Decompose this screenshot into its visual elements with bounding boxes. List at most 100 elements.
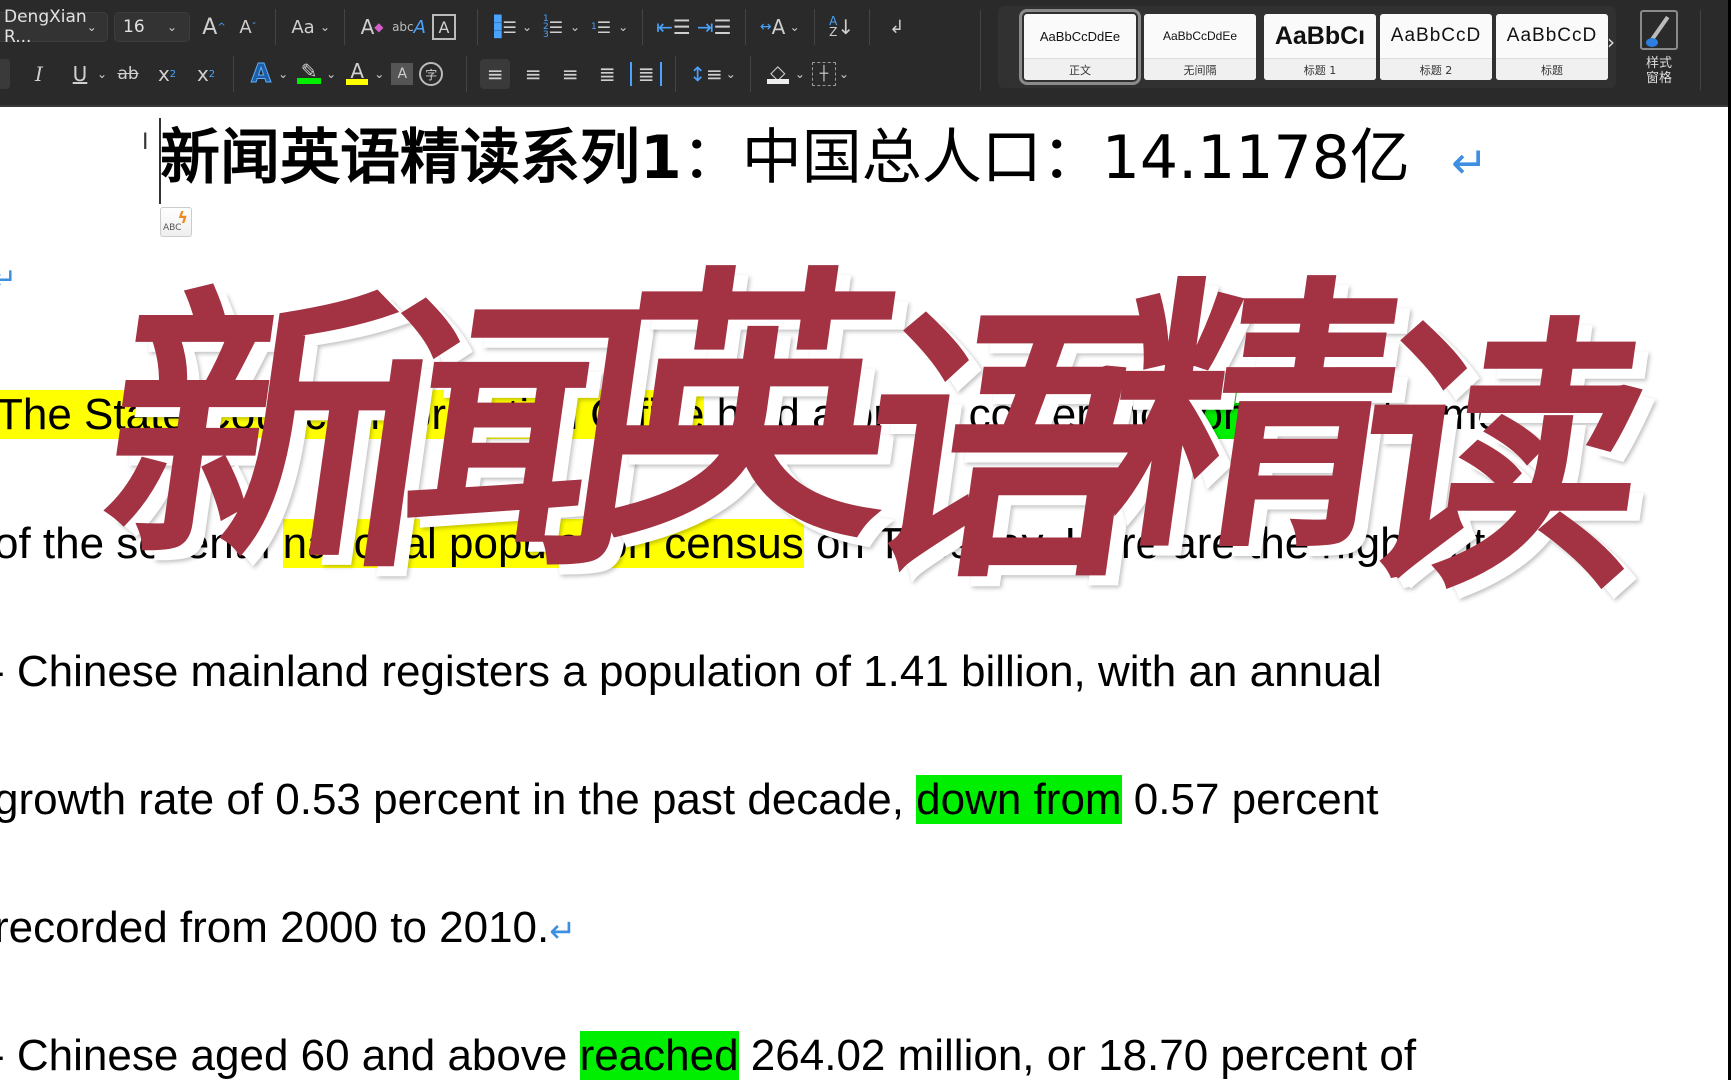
style-label: 标题 2 [1380,58,1492,80]
separator [868,9,870,45]
enclose-characters-icon[interactable]: 字 [419,62,444,86]
separator [744,9,746,45]
chevron-down-icon[interactable]: ⌄ [320,20,330,34]
superscript-icon[interactable]: x2 [192,59,220,89]
shading-icon[interactable]: ◇ [764,59,792,89]
shrink-font-icon[interactable]: Aˇ [234,12,262,42]
style-title[interactable]: AaBbCcD 标题 [1496,14,1608,80]
style-normal[interactable]: AaBbCcDdEe 正文 [1019,9,1141,85]
align-right-icon[interactable]: ≡ [556,59,584,89]
change-case-icon[interactable]: Aa [289,12,317,42]
styles-pane-label: 样式 窗格 [1632,56,1686,86]
text-line[interactable]: of the seventh national population censu… [0,512,1546,579]
sort-icon[interactable]: A Z ↓ [828,12,856,42]
font-name-dropdown[interactable]: DengXian R... ⌄ [0,7,108,47]
text-run: - Chinese mainland registers a populatio… [0,647,1382,696]
justify-icon[interactable]: ≣ [593,59,621,89]
character-border-icon[interactable]: A [431,14,456,40]
ribbon-toolbar: DengXian R... ⌄ 16 ⌄ A ^ Aˇ Aa ⌄ A ◆ abc A … [0,0,1731,107]
bold-button[interactable] [0,59,10,89]
chevron-down-icon[interactable]: ⌄ [726,67,736,81]
separator [980,10,981,90]
styles-pane-button[interactable]: 样式 窗格 [1632,8,1686,98]
style-heading-1[interactable]: AaBbCı 标题 1 [1264,14,1376,80]
paragraph-mark-icon: ↵ [1450,138,1488,189]
italic-icon[interactable]: I [25,59,53,89]
i-beam-cursor-icon: I [142,130,149,155]
text-run: held a press conference [704,390,1199,439]
distributed-icon[interactable]: ≣ [630,62,663,86]
highlighted-text-yellow: The State Council Information Office [0,390,705,439]
chevron-down-icon[interactable]: ⌄ [522,20,532,34]
text-line[interactable]: - Chinese mainland registers a populatio… [0,640,1382,704]
highlighted-text-green: down from [916,775,1122,824]
align-left-icon[interactable]: ≡ [480,59,511,89]
text-line[interactable]: recorded from 2000 to 2010.↵ [0,896,576,963]
title-bold-part: 新闻英语精读系列1 [160,123,682,193]
text-line[interactable]: - Chinese aged 60 and above reached 264.… [0,1024,1416,1088]
chevron-down-icon[interactable]: ⌄ [326,67,336,81]
more-styles-arrow[interactable]: › [1607,30,1615,54]
chinese-layout-icon[interactable]: ↔ A [759,12,787,42]
strikethrough-icon[interactable]: ab [114,59,142,89]
numbering-icon[interactable]: 1 2 3 ☰ [539,12,567,42]
style-heading-2[interactable]: AaBbCcD 标题 2 [1380,14,1492,80]
document-title[interactable]: 新闻英语精读系列1：中国总人口：14.1178亿 ↵ [160,118,1488,204]
separator [466,56,468,92]
borders-icon[interactable]: ┼ [811,62,836,86]
style-sample: AaBbCcD [1390,25,1482,46]
style-sample: AaBbCı [1274,21,1366,50]
decrease-indent-icon[interactable]: ⇤ ☰ [656,12,691,42]
highlight-color-icon[interactable]: ✎ [295,59,323,89]
chevron-down-icon[interactable]: ⌄ [374,67,384,81]
underline-icon[interactable]: U [66,59,94,89]
subscript-icon[interactable]: x2 [153,59,181,89]
style-label: 标题 1 [1264,58,1376,80]
character-shading-icon[interactable]: A [391,63,414,85]
style-label: 标题 [1496,58,1608,80]
bullets-icon[interactable]: ■ ■ ■ ☰ [491,12,519,42]
separator [813,9,815,45]
text-run: 264.02 million, or 18.70 percent of [738,1031,1417,1080]
chevron-down-icon[interactable]: ⌄ [570,20,580,34]
show-formatting-marks-icon[interactable]: ↲ [883,12,911,42]
separator [1700,10,1701,90]
increase-indent-icon[interactable]: ⇥ ☰ [697,12,732,42]
font-name-value: DengXian R... [4,7,87,47]
font-color-icon[interactable]: A [343,59,371,89]
chevron-down-icon[interactable]: ⌄ [97,67,107,81]
separator [344,9,346,45]
chevron-down-icon[interactable]: ⌄ [278,67,288,81]
text-line[interactable]: The State Council Information Office hel… [0,383,1502,447]
separator [275,9,276,45]
styles-pane-label-line2: 窗格 [1645,71,1672,86]
style-sample: AaBbCcDdEe [1162,29,1238,43]
chevron-down-icon: ⌄ [166,20,177,34]
chevron-down-icon[interactable]: ⌄ [618,20,628,34]
font-size-value: 16 [123,17,145,37]
style-no-spacing[interactable]: AaBbCcDdEe 无间隔 [1144,14,1256,80]
chevron-down-icon[interactable]: ⌄ [839,67,849,81]
clear-formatting-icon[interactable]: A ◆ [358,12,386,42]
chevron-down-icon: ⌄ [86,20,97,34]
title-rest: ：中国总人口：14.1178亿 [681,123,1410,193]
text-run: growth rate of 0.53 percent in the past … [0,775,917,824]
chevron-down-icon[interactable]: ⌄ [790,20,800,34]
multilevel-list-icon[interactable]: 1 ☰ [587,12,615,42]
chevron-down-icon[interactable]: ⌄ [795,67,805,81]
text-run: the outcome [1247,390,1502,439]
phonetic-guide-icon[interactable]: abc A [392,12,426,42]
lightning-icon: ϟ [177,208,188,227]
font-size-dropdown[interactable]: 16 ⌄ [114,12,190,42]
highlighted-text-yellow: national population census [282,519,804,568]
styles-pane-label-line1: 样式 [1645,56,1672,71]
text-run: of the seventh [0,519,283,568]
line-spacing-icon[interactable]: ↕ ≡ [689,59,723,89]
text-line[interactable]: growth rate of 0.53 percent in the past … [0,768,1378,832]
autocorrect-options-button[interactable]: ABC ϟ [160,207,192,237]
text-effects-icon[interactable]: A [247,59,275,90]
grow-font-icon[interactable]: A ^ [200,12,228,42]
align-center-icon[interactable]: ≡ [519,59,547,89]
style-label: 正文 [1024,58,1136,80]
separator [233,56,235,92]
